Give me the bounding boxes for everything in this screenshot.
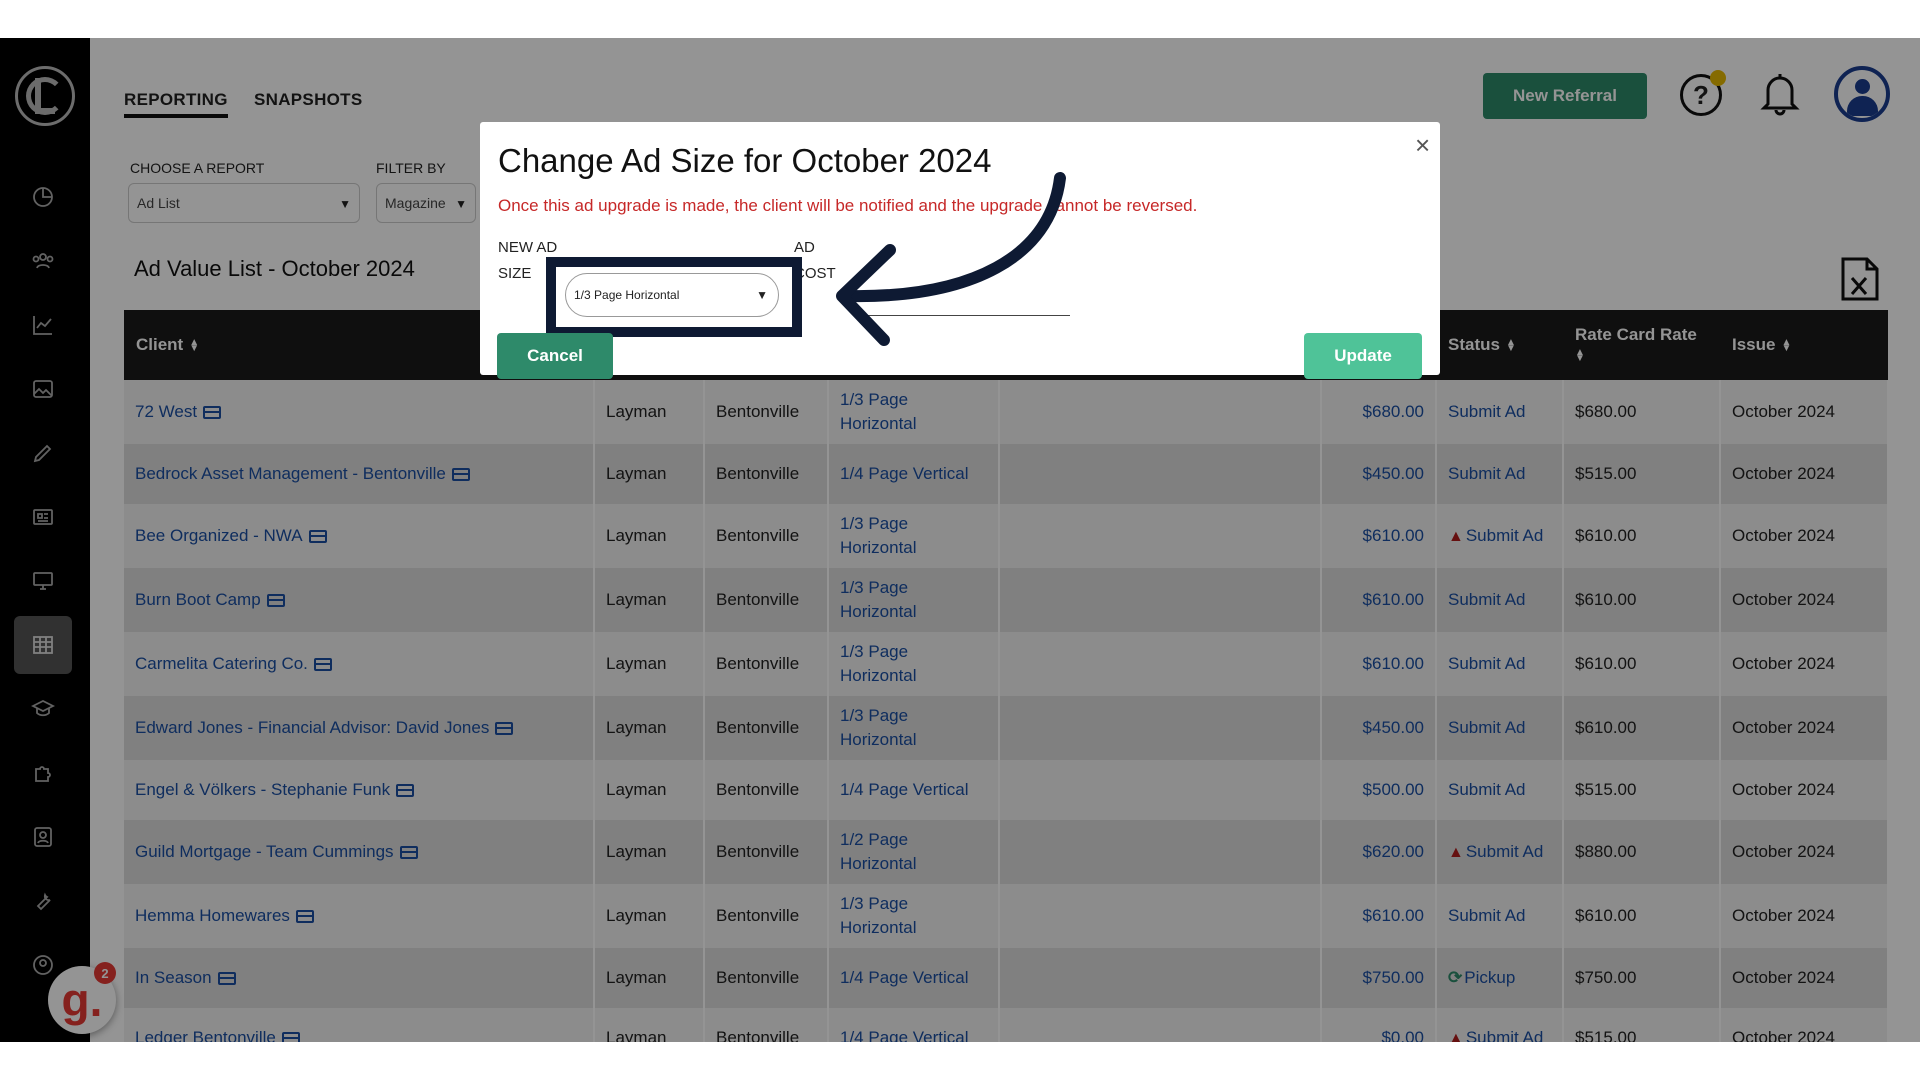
close-icon[interactable]: ×: [1415, 130, 1430, 161]
chevron-down-icon: ▼: [756, 288, 768, 302]
update-button[interactable]: Update: [1304, 333, 1422, 379]
annotation-arrow-icon: [836, 172, 1066, 346]
cancel-button[interactable]: Cancel: [497, 333, 613, 379]
new-ad-size-select[interactable]: 1/3 Page Horizontal ▼: [565, 273, 779, 317]
app-frame: REPORTING SNAPSHOTS New Referral ? CHOOS…: [0, 38, 1920, 1042]
new-ad-size-value: 1/3 Page Horizontal: [574, 288, 680, 302]
